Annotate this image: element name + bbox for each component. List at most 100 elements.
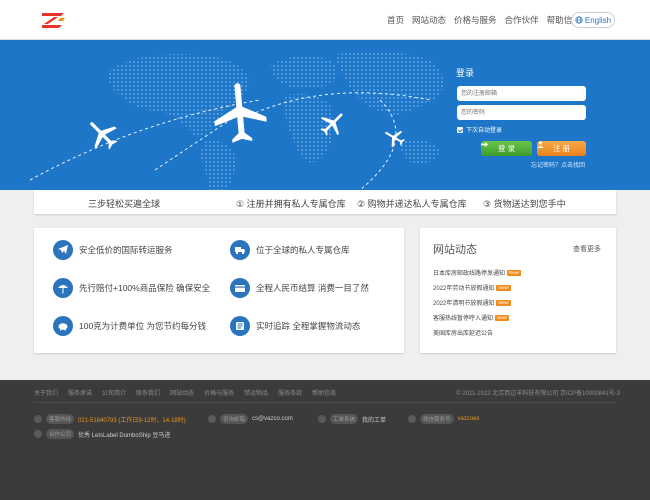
wechat-value: vazcoex xyxy=(457,416,480,422)
card-icon xyxy=(230,278,250,298)
feature-text: 先行赔付+100%商品保险 确保安全 xyxy=(79,283,211,293)
feature-item: 全程人民币结算 消费一目了然 xyxy=(230,278,369,298)
phone-label: 客服热线 xyxy=(46,414,75,424)
footer-link[interactable]: 服务承诺 xyxy=(68,388,92,397)
register-button-label: 注 册 xyxy=(552,144,571,153)
footer-link[interactable]: 价格与服务 xyxy=(204,388,234,397)
partner-label: 合作公司 xyxy=(46,429,75,439)
language-button[interactable]: English xyxy=(571,12,615,28)
new-badge: New! xyxy=(495,314,510,321)
logo[interactable] xyxy=(40,11,66,29)
footer-link[interactable]: 禁运物品 xyxy=(244,388,268,397)
step-1: ① 注册并拥有私人专属仓库 xyxy=(236,199,346,209)
step-2: ② 购物并递达私人专属仓库 xyxy=(357,199,467,209)
feature-item: 安全低价的国际转运服务 xyxy=(53,240,173,260)
main-nav: 首页 网站动态 价格与服务 合作伙伴 帮助信息 xyxy=(387,14,581,26)
news-title: 网站动态 xyxy=(433,244,477,256)
ticket-label: 工单系统 xyxy=(330,414,359,424)
wechat-icon xyxy=(408,415,416,423)
steps-bar: 三步轻松买遍全球 ① 注册并拥有私人专属仓库 ② 购物并递达私人专属仓库 ③ 货… xyxy=(34,190,616,214)
new-badge: New! xyxy=(496,299,511,306)
news-item-text: 2022年劳动节放假通知 xyxy=(433,286,495,292)
remember-checkbox[interactable] xyxy=(457,126,463,133)
new-badge: New! xyxy=(496,284,511,291)
footer-link[interactable]: 网站动态 xyxy=(170,388,194,397)
login-title: 登录 xyxy=(456,68,475,78)
footer-phone: 客服热线 021-51840793 (工作日9-12时，14-18时) xyxy=(34,414,186,424)
footer-link[interactable]: 关于我们 xyxy=(34,388,58,397)
footer-email: 咨询邮箱 cs@vazco.com xyxy=(208,414,293,424)
password-input[interactable] xyxy=(457,105,586,120)
login-button-label: 登 录 xyxy=(497,144,516,153)
footer-wechat: 微信服务号 vazcoex xyxy=(408,414,480,424)
copyright: © 2011-2022 北京西边羊科技有限公司 京ICP备10000841号-3 xyxy=(456,391,620,397)
nav-item-news[interactable]: 网站动态 xyxy=(412,14,446,26)
features-panel: 安全低价的国际转运服务 位于全球的私人专属仓库 先行赔付+100%商品保险 确保… xyxy=(34,228,404,353)
footer: 关于我们 服务承诺 公司简介 联系我们 网站动态 价格与服务 禁运物品 服务条款… xyxy=(0,380,650,500)
email-value[interactable]: cs@vazco.com xyxy=(252,416,293,422)
new-badge: New! xyxy=(507,269,522,276)
news-item-text: 日本库房邮政线路停发通知 xyxy=(433,271,506,277)
umbrella-icon xyxy=(53,278,73,298)
register-button[interactable]: 注 册 xyxy=(537,141,586,156)
footer-link[interactable]: 公司简介 xyxy=(102,388,126,397)
footer-link[interactable]: 联系我们 xyxy=(136,388,160,397)
footer-partners: 合作公司 优秀 LetsLabel DumboShip 豆马进 xyxy=(34,429,170,439)
news-panel: 网站动态 查看更多 日本库房邮政线路停发通知 New! 2022年劳动节放假通知… xyxy=(420,228,616,353)
news-item-text: 客服热线暂停呼入通知 xyxy=(433,316,494,322)
footer-divider xyxy=(34,402,616,403)
nav-item-pricing[interactable]: 价格与服务 xyxy=(454,14,497,26)
ticket-link[interactable]: 我的工单 xyxy=(362,415,386,424)
remember-label: 下次自动登录 xyxy=(466,128,503,134)
feature-text: 实时追踪 全程掌握物流动态 xyxy=(256,321,361,331)
list-icon xyxy=(230,316,250,336)
news-item[interactable]: 2022年清明节放假通知 New! xyxy=(433,295,521,310)
remember-me[interactable]: 下次自动登录 xyxy=(457,125,502,134)
feature-text: 100克为计费单位 为您节约每分钱 xyxy=(79,321,207,331)
phone-value: 021-51840793 (工作日9-12时，14-18时) xyxy=(78,417,186,424)
news-item[interactable]: 2022年劳动节放假通知 New! xyxy=(433,280,521,295)
login-panel: 登录 下次自动登录 登 录 注 册 忘记密码？点击找回 xyxy=(455,40,595,190)
partner-list[interactable]: 优秀 LetsLabel DumboShip 豆马进 xyxy=(78,430,170,439)
feature-text: 全程人民币结算 消费一目了然 xyxy=(256,283,369,293)
phone-icon xyxy=(34,415,42,423)
footer-tickets: 工单系统 我的工单 xyxy=(318,414,386,424)
news-item[interactable]: 美国库房出库延迟公告 xyxy=(433,325,521,340)
header: 首页 网站动态 价格与服务 合作伙伴 帮助信息 English xyxy=(0,0,650,40)
login-button[interactable]: 登 录 xyxy=(481,141,532,156)
piggy-bank-icon xyxy=(53,316,73,336)
ticket-icon xyxy=(318,415,326,423)
forgot-password-link[interactable]: 忘记密码？点击找回 xyxy=(531,160,585,169)
language-label: English xyxy=(584,15,612,25)
footer-link[interactable]: 服务条款 xyxy=(278,388,302,397)
truck-icon xyxy=(230,240,250,260)
feature-text: 位于全球的私人专属仓库 xyxy=(256,245,350,255)
username-input[interactable] xyxy=(457,86,586,101)
news-item-text: 2022年清明节放假通知 xyxy=(433,301,495,307)
globe-icon xyxy=(575,16,583,24)
nav-item-home[interactable]: 首页 xyxy=(387,14,404,26)
email-label: 咨询邮箱 xyxy=(220,414,249,424)
news-item[interactable]: 客服热线暂停呼入通知 New! xyxy=(433,310,521,325)
mail-icon xyxy=(208,415,216,423)
footer-links: 关于我们 服务承诺 公司简介 联系我们 网站动态 价格与服务 禁运物品 服务条款… xyxy=(34,388,336,397)
feature-text: 安全低价的国际转运服务 xyxy=(79,245,173,255)
news-item-text: 美国库房出库延迟公告 xyxy=(433,331,494,337)
feature-item: 先行赔付+100%商品保险 确保安全 xyxy=(53,278,210,298)
arrow-right-icon xyxy=(481,141,488,148)
steps-title: 三步轻松买遍全球 xyxy=(88,199,161,209)
news-more-link[interactable]: 查看更多 xyxy=(573,244,601,254)
step-3: ③ 货物送达到您手中 xyxy=(483,199,566,209)
plane-icon xyxy=(53,240,73,260)
partner-icon xyxy=(34,430,42,438)
feature-item: 100克为计费单位 为您节约每分钱 xyxy=(53,316,206,336)
feature-item: 实时追踪 全程掌握物流动态 xyxy=(230,316,360,336)
news-item[interactable]: 日本库房邮政线路停发通知 New! xyxy=(433,265,522,280)
hero-banner: 登录 下次自动登录 登 录 注 册 忘记密码？点击找回 xyxy=(0,40,650,190)
footer-link[interactable]: 帮助信息 xyxy=(312,388,336,397)
feature-item: 位于全球的私人专属仓库 xyxy=(230,240,350,260)
news-list: 日本库房邮政线路停发通知 New! 2022年劳动节放假通知 New! 2022… xyxy=(433,265,522,340)
wechat-label: 微信服务号 xyxy=(420,414,454,424)
user-add-icon xyxy=(537,141,544,148)
nav-item-partners[interactable]: 合作伙伴 xyxy=(505,14,539,26)
